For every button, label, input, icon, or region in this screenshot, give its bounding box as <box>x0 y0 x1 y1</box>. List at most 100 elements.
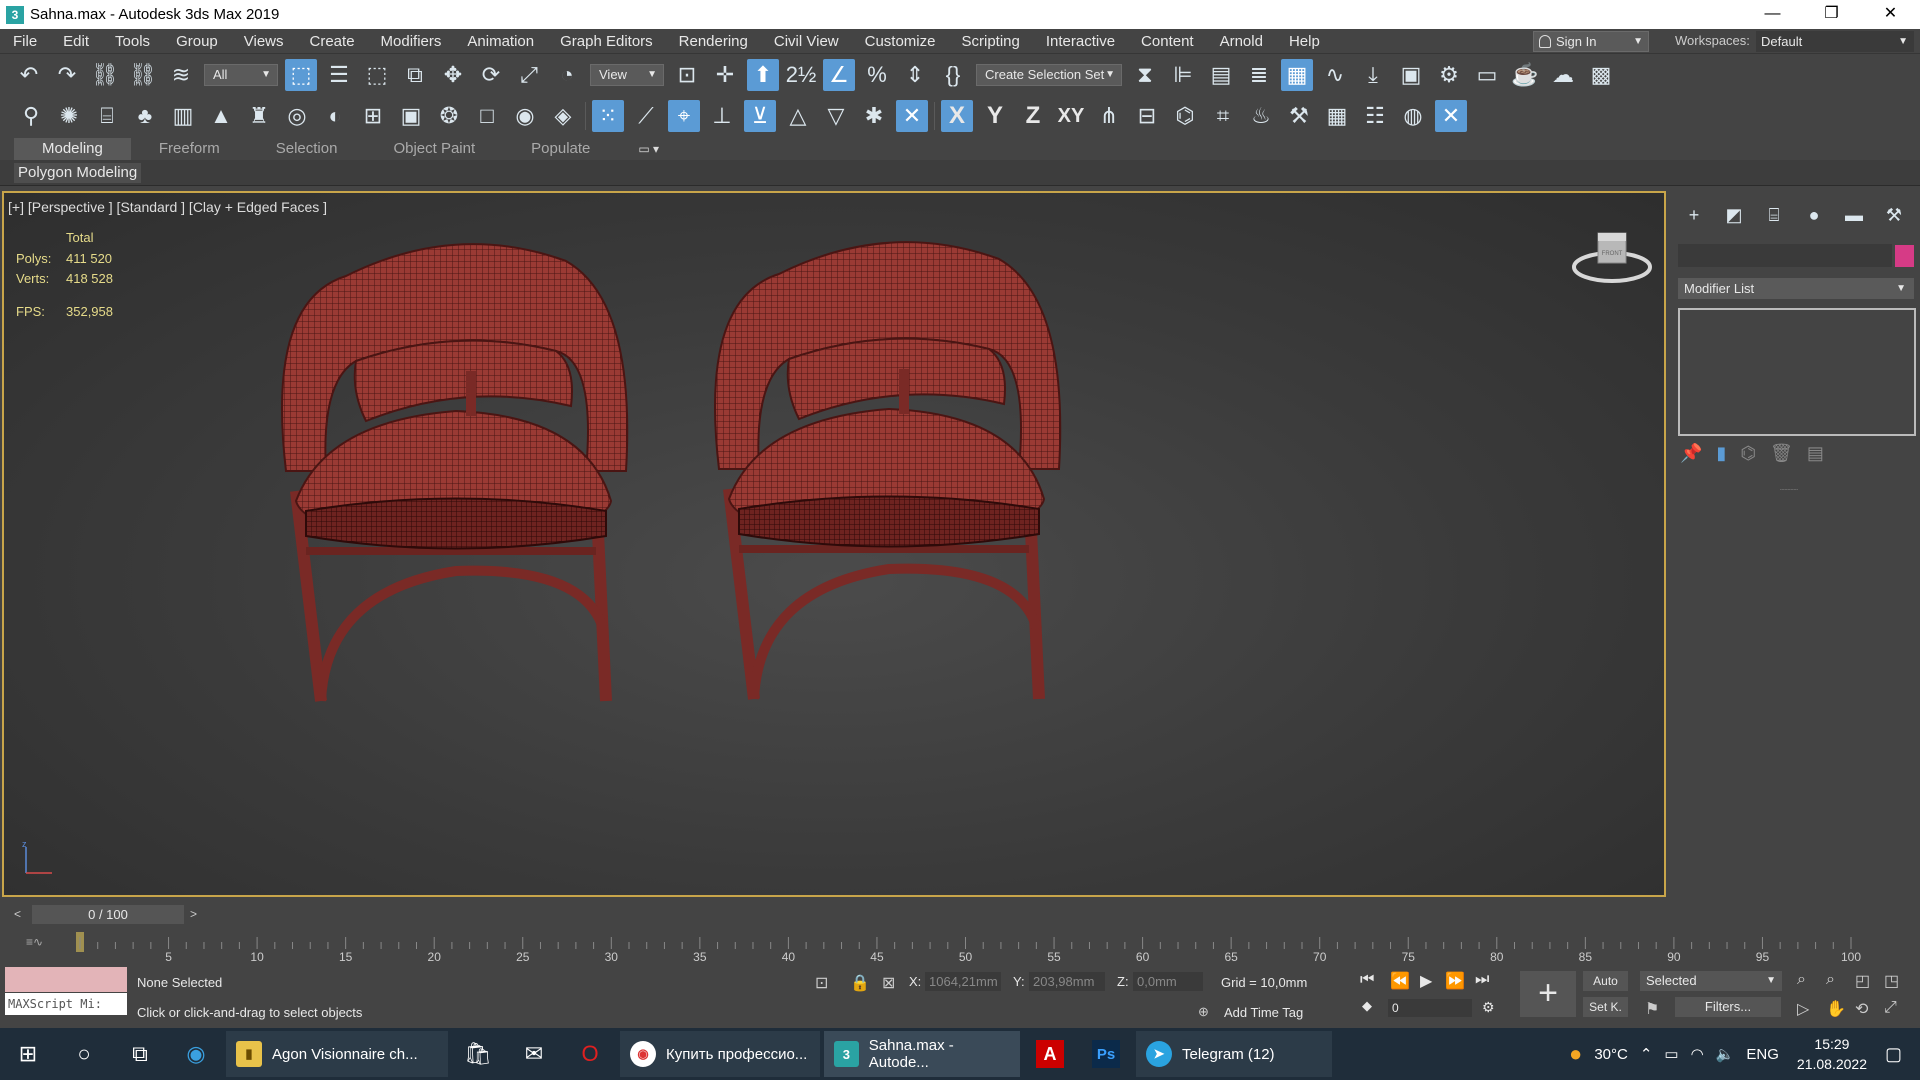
tab-populate[interactable]: Populate <box>503 138 618 160</box>
menu-animation[interactable]: Animation <box>454 33 547 50</box>
current-frame-field[interactable]: 0 <box>1388 999 1472 1017</box>
task-view-icon[interactable]: ⧉ <box>112 1028 168 1080</box>
key-mode-toggle-icon[interactable]: ◆ <box>1362 998 1372 1014</box>
zoom-extents-all-icon[interactable]: ◳ <box>1884 971 1899 991</box>
play-icon[interactable]: ▶ <box>1420 971 1432 991</box>
go-to-start-icon[interactable]: ⏮ <box>1360 971 1374 989</box>
remove-modifier-icon[interactable]: 🗑 <box>1770 443 1793 464</box>
go-to-end-icon[interactable]: ⏭ <box>1475 971 1489 989</box>
menu-interactive[interactable]: Interactive <box>1033 33 1128 50</box>
a360-gallery-icon[interactable]: ▩ <box>1585 59 1617 91</box>
show-end-result-icon[interactable]: ▮ <box>1716 443 1726 464</box>
named-selection-set-dropdown[interactable]: Create Selection Set ▼ <box>976 64 1122 86</box>
maxscript-listener-output[interactable] <box>5 967 127 992</box>
panel-grip-icon[interactable]: ┈┈┈ <box>1780 485 1798 496</box>
window-crossing-icon[interactable]: ⧉ <box>399 59 431 91</box>
material-editor-icon[interactable]: ▣ <box>1395 59 1427 91</box>
eye-icon[interactable]: ◉ <box>509 100 541 132</box>
viewport-label[interactable]: [+] [Perspective ] [Standard ] [Clay + E… <box>8 199 327 215</box>
pivot-snap-icon[interactable]: ⟋ <box>630 100 662 132</box>
menu-modifiers[interactable]: Modifiers <box>368 33 455 50</box>
wrench-icon[interactable]: ⚒ <box>1283 100 1315 132</box>
shell-icon[interactable]: ◐ <box>319 100 351 132</box>
grid-icon[interactable]: ⌗ <box>1207 100 1239 132</box>
menu-scripting[interactable]: Scripting <box>948 33 1032 50</box>
constrain-xy-button[interactable]: XY <box>1055 100 1087 132</box>
light-icon[interactable]: ⚲ <box>15 100 47 132</box>
scene-explorer-icon[interactable]: ▤ <box>1205 59 1237 91</box>
select-by-name-icon[interactable]: ☰ <box>323 59 355 91</box>
toggle-ribbon-icon[interactable]: ▦ <box>1281 59 1313 91</box>
search-icon[interactable]: ○ <box>56 1028 112 1080</box>
modifier-stack[interactable] <box>1678 308 1916 436</box>
clock[interactable]: 15:29 21.08.2022 <box>1797 1034 1867 1074</box>
menu-group[interactable]: Group <box>163 33 231 50</box>
layer-explorer-icon[interactable]: ≣ <box>1243 59 1275 91</box>
snap-axis-constraint-icon[interactable]: ✕ <box>896 100 928 132</box>
spinner-snap-icon[interactable]: ⇕ <box>899 59 931 91</box>
particles-icon[interactable]: ❂ <box>433 100 465 132</box>
polygon-modeling-panel[interactable]: Polygon Modeling <box>14 163 142 183</box>
pin-stack-icon[interactable]: 📌 <box>1680 443 1702 464</box>
rendered-frame-window-icon[interactable]: ▭ <box>1471 59 1503 91</box>
rect-selection-region-icon[interactable]: ⬚ <box>361 59 393 91</box>
object-name-field[interactable] <box>1678 244 1892 267</box>
menu-rendering[interactable]: Rendering <box>666 33 761 50</box>
menu-arnold[interactable]: Arnold <box>1207 33 1276 50</box>
camera-icon[interactable]: ⌸ <box>91 100 123 132</box>
show-hidden-icons-icon[interactable]: ⌃ <box>1640 1045 1653 1063</box>
selection-filter-dropdown[interactable]: All ▼ <box>204 64 278 86</box>
add-time-tag[interactable]: Add Time Tag <box>1224 1005 1303 1020</box>
store-icon[interactable]: 🛍 <box>450 1028 506 1080</box>
link-icon[interactable]: ⛓ <box>89 59 121 91</box>
constrain-y-button[interactable]: Y <box>979 100 1011 132</box>
book-icon[interactable]: ▥ <box>167 100 199 132</box>
time-slider-prev-icon[interactable]: < <box>14 907 21 921</box>
menu-content[interactable]: Content <box>1128 33 1207 50</box>
weather-sun-icon[interactable]: ● <box>1569 1041 1582 1067</box>
manipulate-icon[interactable]: ✛ <box>709 59 741 91</box>
constrain-z-button[interactable]: Z <box>1017 100 1049 132</box>
time-configuration-icon[interactable]: ⚙ <box>1482 999 1495 1016</box>
restore-button[interactable]: ❐ <box>1802 0 1861 29</box>
absolute-transform-icon[interactable]: ⊠ <box>882 973 895 993</box>
select-move-icon[interactable]: ✥ <box>437 59 469 91</box>
bind-spacewarp-icon[interactable]: ≋ <box>165 59 197 91</box>
grid-snap-icon[interactable]: ⁙ <box>592 100 624 132</box>
tri-snap-fill-icon[interactable]: ▽ <box>820 100 852 132</box>
nodes-icon[interactable]: ⌬ <box>1169 100 1201 132</box>
plane-icon[interactable]: ⊞ <box>357 100 389 132</box>
key-filter-dropdown[interactable]: Selected ▼ <box>1640 971 1782 991</box>
unlink-icon[interactable]: ⛓ <box>127 59 159 91</box>
field-of-view-icon[interactable]: ▷ <box>1797 999 1809 1019</box>
previous-frame-icon[interactable]: ⏪ <box>1390 971 1410 991</box>
pan-view-icon[interactable]: ✋ <box>1826 999 1846 1019</box>
temperature[interactable]: 30°C <box>1594 1046 1628 1063</box>
place-icon[interactable]: ◔ <box>551 59 583 91</box>
hierarchy-panel-icon[interactable]: ⌸ <box>1754 205 1794 229</box>
taskbar-app-explorer[interactable]: ▮ Agon Visionnaire ch... <box>226 1031 448 1077</box>
tab-modeling[interactable]: Modeling <box>14 138 131 160</box>
track-bar[interactable]: ≡∿ 5 10 15 20 25 30 35 40 45 50 55 60 65 70 75 80 85 90 95… <box>0 929 1920 963</box>
utilities-panel-icon[interactable]: ⚒ <box>1874 205 1914 229</box>
select-scale-icon[interactable]: ⤢ <box>513 59 545 91</box>
vertex-snap-icon[interactable]: ⌖ <box>668 100 700 132</box>
curve-editor-icon[interactable]: ∿ <box>1319 59 1351 91</box>
box-icon[interactable]: □ <box>471 100 503 132</box>
menu-file[interactable]: File <box>0 33 50 50</box>
maximize-viewport-icon[interactable]: ⤢ <box>1884 999 1897 1017</box>
snap-settings-icon[interactable]: ✱ <box>858 100 890 132</box>
network-icon[interactable]: ◠ <box>1691 1045 1704 1063</box>
y-coordinate-field[interactable]: 203,98mm <box>1029 972 1105 991</box>
notifications-icon[interactable]: ▢ <box>1885 1044 1902 1065</box>
undo-icon[interactable]: ↶ <box>13 59 45 91</box>
mirror-icon[interactable]: ⧗ <box>1129 59 1161 91</box>
maxscript-mini-listener[interactable]: MAXScript Mi: <box>5 993 127 1015</box>
snaps-toggle-icon[interactable]: 2½ <box>785 59 817 91</box>
mail-icon[interactable]: ✉ <box>506 1028 562 1080</box>
menu-create[interactable]: Create <box>297 33 368 50</box>
menu-graph-editors[interactable]: Graph Editors <box>547 33 666 50</box>
volume-icon[interactable]: 🔈 <box>1716 1045 1735 1063</box>
stack-icon[interactable]: ☷ <box>1359 100 1391 132</box>
tree-icon[interactable]: ♣ <box>129 100 161 132</box>
